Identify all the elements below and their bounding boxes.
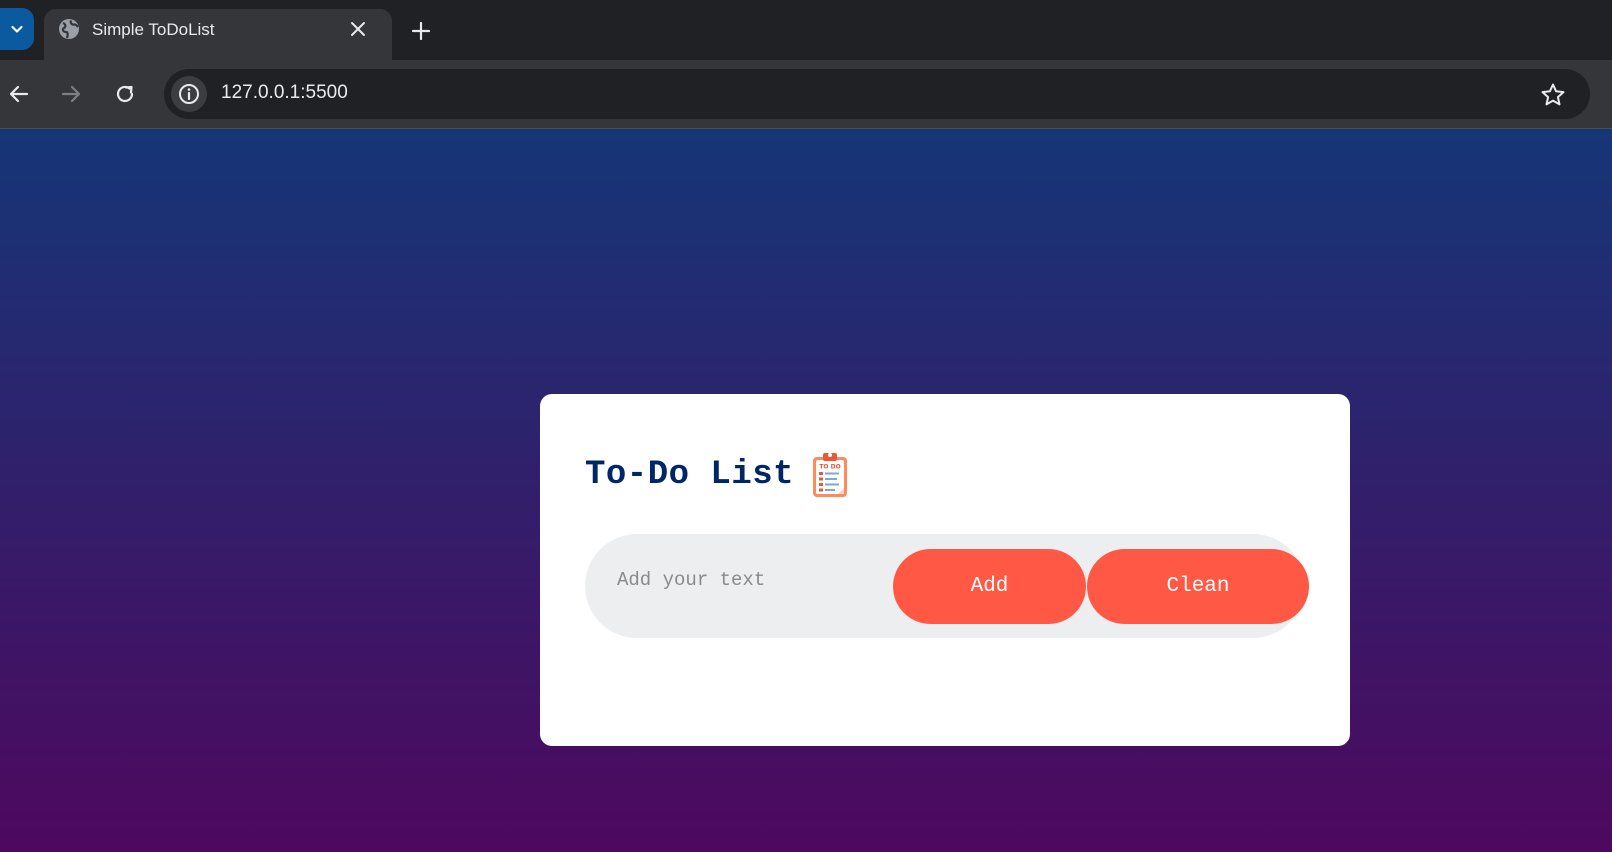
tab-search-button[interactable]	[0, 8, 34, 50]
url-text: 127.0.0.1:5500	[221, 82, 348, 103]
title-text: To-Do List	[585, 456, 795, 494]
browser-tab[interactable]: Simple ToDoList	[44, 9, 392, 60]
forward-arrow-icon[interactable]	[59, 82, 83, 106]
bookmark-star-icon[interactable]	[1540, 82, 1566, 108]
reload-icon[interactable]	[113, 82, 137, 106]
todo-app-card: To-Do List TO DO Add Clean	[540, 394, 1350, 746]
site-info-button[interactable]	[171, 76, 207, 112]
clean-button[interactable]: Clean	[1087, 549, 1309, 624]
todo-text-input[interactable]	[615, 564, 889, 596]
back-arrow-icon[interactable]	[7, 82, 31, 106]
globe-icon	[59, 19, 79, 39]
page-title: To-Do List TO DO	[585, 452, 848, 498]
tab-strip: Simple ToDoList	[0, 0, 1612, 60]
new-tab-icon[interactable]	[409, 19, 433, 43]
todo-clipboard-icon: TO DO	[813, 453, 848, 497]
close-icon[interactable]	[349, 20, 367, 38]
chevron-down-icon	[11, 25, 23, 33]
svg-text:TO DO: TO DO	[819, 464, 840, 471]
tab-title: Simple ToDoList	[92, 20, 215, 39]
info-icon	[179, 84, 199, 104]
page-viewport: To-Do List TO DO Add Clean	[0, 129, 1612, 852]
add-button[interactable]: Add	[893, 549, 1086, 624]
address-bar[interactable]: 127.0.0.1:5500	[164, 69, 1590, 119]
browser-toolbar: 127.0.0.1:5500	[0, 60, 1612, 129]
input-row: Add Clean	[585, 534, 1309, 638]
